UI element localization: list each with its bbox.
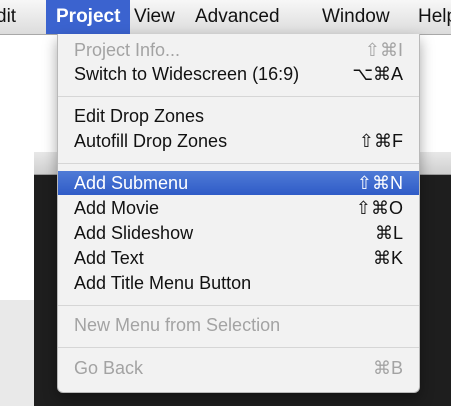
menu-item-shortcut: ⌘K [372, 248, 403, 268]
menu-item-shortcut: ⌘L [374, 223, 403, 243]
menu-item-add-submenu[interactable]: Add Submenu ⇧⌘N [58, 171, 419, 195]
menu-item-shortcut: ⌘B [372, 358, 403, 378]
menu-item-autofill-drop-zones[interactable]: Autofill Drop Zones ⇧⌘F [58, 129, 419, 153]
menu-item-label: Add Text [74, 248, 144, 268]
menubar-edit[interactable]: dit [0, 0, 26, 34]
menu-separator [58, 96, 419, 97]
menu-bar: dit Project View Advanced Window Help [0, 0, 451, 35]
menu-item-shortcut: ⇧⌘N [356, 173, 403, 193]
menu-item-switch-widescreen[interactable]: Switch to Widescreen (16:9) ⌥⌘A [58, 62, 419, 86]
menu-separator [58, 347, 419, 348]
menu-item-label: Add Submenu [74, 173, 189, 193]
menu-item-add-slideshow[interactable]: Add Slideshow ⌘L [58, 221, 419, 245]
menu-item-go-back: Go Back ⌘B [58, 356, 419, 380]
menu-item-new-menu-from-selection: New Menu from Selection [58, 313, 419, 337]
menubar-advanced[interactable]: Advanced [185, 0, 290, 34]
menu-separator [58, 163, 419, 164]
menu-item-project-info: Project Info... ⇧⌘I [58, 38, 419, 62]
menu-item-shortcut: ⇧⌘I [364, 40, 403, 60]
menu-item-label: Edit Drop Zones [74, 106, 205, 126]
menu-item-shortcut: ⌥⌘A [352, 64, 403, 84]
menu-item-add-text[interactable]: Add Text ⌘K [58, 246, 419, 270]
menu-item-shortcut: ⇧⌘O [355, 198, 403, 218]
menubar-help[interactable]: Help [408, 0, 451, 34]
background-panel [0, 300, 34, 406]
menu-separator [58, 305, 419, 306]
project-menu: Project Info... ⇧⌘I Switch to Widescreen… [57, 34, 420, 393]
menubar-window[interactable]: Window [312, 0, 400, 34]
menu-item-label: Autofill Drop Zones [74, 131, 228, 151]
menu-item-label: Project Info... [74, 40, 181, 60]
menu-item-add-title-menu-button[interactable]: Add Title Menu Button [58, 271, 419, 295]
menu-item-add-movie[interactable]: Add Movie ⇧⌘O [58, 196, 419, 220]
menu-item-label: Go Back [74, 358, 144, 378]
menu-item-label: Add Slideshow [74, 223, 194, 243]
menu-item-edit-drop-zones[interactable]: Edit Drop Zones [58, 104, 419, 128]
menu-item-shortcut: ⇧⌘F [358, 131, 403, 151]
menubar-view[interactable]: View [124, 0, 185, 34]
menu-item-label: Add Movie [74, 198, 160, 218]
menu-item-label: Add Title Menu Button [74, 273, 252, 293]
menubar-project[interactable]: Project [46, 0, 131, 34]
menu-item-label: Switch to Widescreen (16:9) [74, 64, 300, 84]
menu-item-label: New Menu from Selection [74, 315, 281, 335]
